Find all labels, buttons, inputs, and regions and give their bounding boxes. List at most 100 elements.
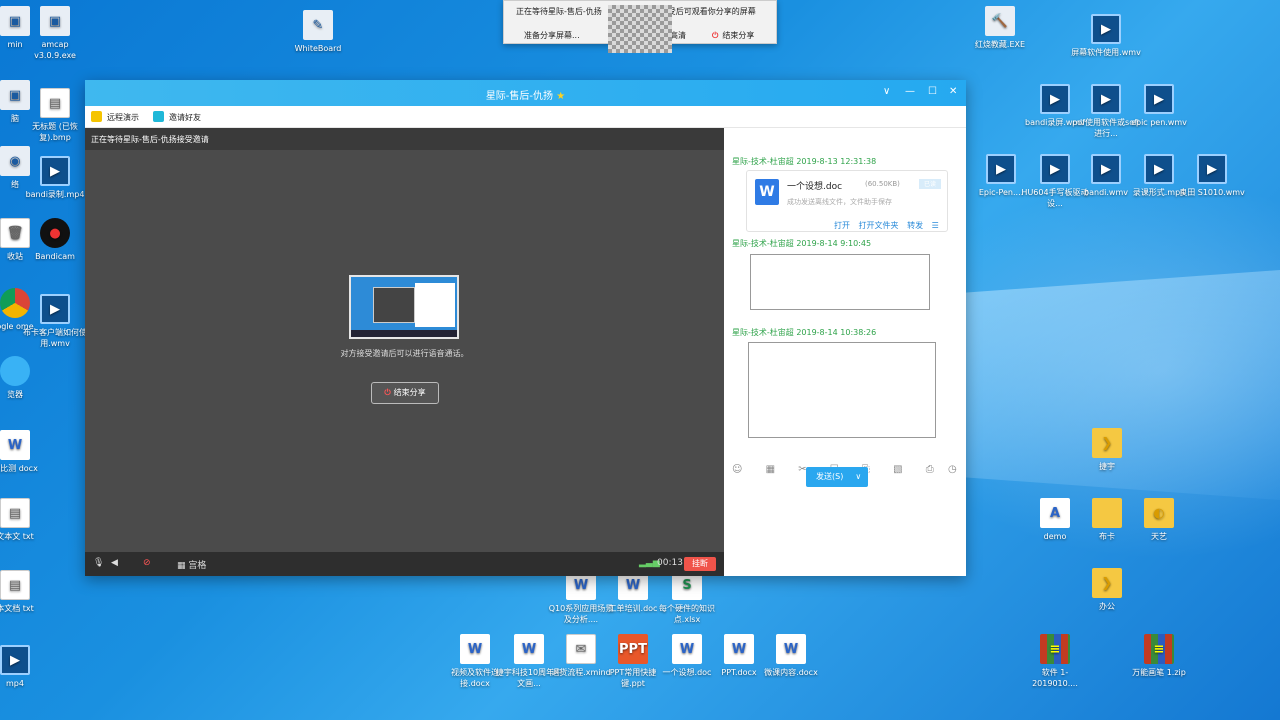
prepare-share-link[interactable]: 准备分享屏幕... [524, 30, 580, 41]
desktop-icon[interactable]: ❯ 捷宇 [1072, 428, 1142, 472]
desktop-icon[interactable]: ▤ 文本文 txt [0, 498, 50, 542]
doc-file-icon: W [672, 634, 702, 664]
desktop-icon[interactable]: ✎ WhiteBoard [283, 10, 353, 54]
desktop-icon-label: 本文档 txt [0, 604, 34, 613]
desktop-icon[interactable]: 🔨 红烧教藏.EXE [965, 6, 1035, 50]
app-file-icon: ▣ [40, 6, 70, 36]
hd-button[interactable]: 高清 [670, 30, 686, 41]
desktop-icon-label: WhiteBoard [294, 44, 342, 53]
video-file-icon: ▶ [1040, 84, 1070, 114]
desktop-icon[interactable]: ▤ 本文档 txt [0, 570, 50, 614]
desktop-icon[interactable]: ▶ epic pen.wmv [1124, 84, 1194, 128]
file-actions[interactable]: 打开 打开文件夹 转发 ☰ [834, 220, 939, 231]
desktop-icon[interactable]: ● Bandicam [20, 218, 90, 262]
transparency-placeholder [608, 5, 672, 53]
send-button[interactable]: 发送(S) ∨ [806, 467, 868, 487]
txt-file-icon: ▤ [0, 570, 30, 600]
dropdown-icon[interactable]: ∨ [883, 86, 890, 97]
desktop-icon[interactable]: ▶ 良田 S1010.wmv [1177, 154, 1247, 198]
end-share-notification-button[interactable]: ⏻ 结束分享 [712, 30, 754, 41]
desktop-icon-label: 良田 S1010.wmv [1179, 188, 1245, 197]
power-icon: ⏻ [712, 31, 719, 40]
remote-demo-button[interactable]: 远程演示 [91, 111, 139, 123]
video-file-icon: ▶ [1040, 154, 1070, 184]
desktop-icon-label: 捷宇 [1099, 462, 1115, 471]
video-file-icon: ▶ [40, 156, 70, 186]
desktop-icon[interactable]: ≡ 软件 1-2019010.... [1020, 634, 1090, 689]
desktop-icon[interactable]: S 每个硬件的知识点.xlsx [652, 570, 722, 625]
video-file-icon: ▶ [1091, 14, 1121, 44]
close-button[interactable]: ✕ [949, 86, 957, 97]
chat-window: 星际-售后-仇扬 ★ ∨ — ☐ ✕ 远程演示 邀请好友 正在等待星际-售后-仇… [85, 80, 966, 576]
invite-icon [153, 111, 164, 122]
microphone-icon[interactable]: 🎙 [93, 558, 104, 568]
desktop-icon-label: amcap v3.0.9.exe [34, 40, 76, 60]
doc-file-icon: W [460, 634, 490, 664]
speaker-icon[interactable]: ◀ [111, 558, 118, 568]
desktop-icon[interactable]: 览器 [0, 356, 50, 400]
drawing-image[interactable] [750, 254, 930, 310]
screen-share-panel: 正在等待星际-售后-仇扬接受邀请 对方接受邀请后可以进行语音通话。 ⏻ 结束分享 … [85, 128, 724, 576]
hangup-button[interactable]: 挂断 [684, 557, 716, 571]
video-file-icon: ▶ [1144, 84, 1174, 114]
desktop-icon[interactable]: ▶ bandi录制.mp4 [20, 156, 90, 200]
file-status: 成功发送离线文件，文件助手保存 [787, 198, 892, 206]
doc-file-icon: W [776, 634, 806, 664]
invite-friend-button[interactable]: 邀请好友 [153, 111, 201, 123]
window-titlebar[interactable]: 星际-售后-仇扬 ★ ∨ — ☐ ✕ [85, 80, 966, 106]
txt-file-icon: ✉ [566, 634, 596, 664]
doc-file-icon: W [724, 634, 754, 664]
desktop-icon-label: bandi录制.mp4 [25, 190, 85, 199]
desktop-icon-label: 办公 [1099, 602, 1115, 611]
video-file-icon: ▶ [40, 294, 70, 324]
message-sender: 星际-技术-杜宙超 2019-8-14 9:10:45 [732, 239, 872, 248]
video-file-icon: ▶ [1144, 154, 1174, 184]
txt-file-icon: ▤ [0, 498, 30, 528]
message-sender: 星际-技术-杜宙超 2019-8-13 12:31:38 [732, 157, 877, 166]
desktop-icon[interactable]: ▶ 布卡客户端如何使用.wmv [20, 294, 90, 349]
power-icon: ⏻ [384, 388, 391, 397]
remote-demo-icon [91, 111, 102, 122]
maximize-button[interactable]: ☐ [928, 86, 937, 97]
chevron-down-icon[interactable]: ∨ [855, 472, 861, 481]
window-title: 星际-售后-仇扬 ★ [485, 91, 566, 102]
desktop-icon[interactable]: ❯ 办公 [1072, 568, 1142, 612]
desktop-icon[interactable]: W 微课内容.docx [756, 634, 826, 678]
desktop-icon[interactable]: ◐ 天艺 [1124, 498, 1194, 542]
app-file-icon: 🔨 [985, 6, 1015, 36]
minimize-button[interactable]: — [905, 86, 915, 97]
doc-file-icon: A [1040, 498, 1070, 528]
history-icon[interactable]: ◷ [948, 464, 957, 475]
call-controls-bar: 🎙 ◀ ⊘ ▦ 宫格 ▂▃▅ 00:13 挂断 [85, 552, 724, 576]
desktop-icon[interactable]: ≡ 万能画笔 1.zip [1124, 634, 1194, 678]
desktop-icon-label: 红烧教藏.EXE [974, 40, 1026, 49]
desktop-icon-label: Bandicam [35, 252, 75, 261]
folder-file-icon: ◐ [1144, 498, 1174, 528]
app-file-icon: ✎ [303, 10, 333, 40]
desktop-icon-label: 布卡客户端如何使用.wmv [23, 328, 87, 348]
grid-layout-button[interactable]: ▦ 宫格 [177, 558, 206, 571]
desktop-icon-label: epic pen.wmv [1131, 118, 1187, 127]
video-file-icon: ▶ [1197, 154, 1227, 184]
desktop-icon-label: 天艺 [1151, 532, 1167, 541]
ppt-file-icon: PPT [618, 634, 648, 664]
camera-off-icon[interactable]: ⊘ [143, 558, 151, 568]
call-timer: 00:13 [657, 558, 683, 568]
desktop-icon-label: 览器 [7, 390, 23, 399]
video-file-icon: ▶ [986, 154, 1016, 184]
window-toolbar: 远程演示 邀请好友 [85, 106, 966, 128]
video-file-icon: ▶ [1091, 154, 1121, 184]
end-share-button[interactable]: ⏻ 结束分享 [371, 382, 439, 404]
word-file-icon: W [755, 179, 779, 205]
desktop-icon[interactable]: ▶ 屏幕软件使用.wmv [1071, 14, 1141, 58]
desktop-icon[interactable]: ▶ mp4 [0, 645, 50, 689]
desktop-icon-label: mp4 [6, 679, 24, 688]
file-read-badge: 已读 [919, 179, 941, 189]
desktop-icon[interactable]: W 对比测 docx [0, 430, 50, 474]
star-icon: ★ [556, 91, 566, 102]
folder-file-icon: ❯ [1092, 428, 1122, 458]
drawing-image[interactable] [748, 342, 936, 438]
desktop-icon[interactable]: ▤ 无标题 (已恢复).bmp [20, 88, 90, 143]
desktop-icon-label: 屏幕软件使用.wmv [1071, 48, 1141, 57]
desktop-icon[interactable]: ▣ amcap v3.0.9.exe [20, 6, 90, 61]
